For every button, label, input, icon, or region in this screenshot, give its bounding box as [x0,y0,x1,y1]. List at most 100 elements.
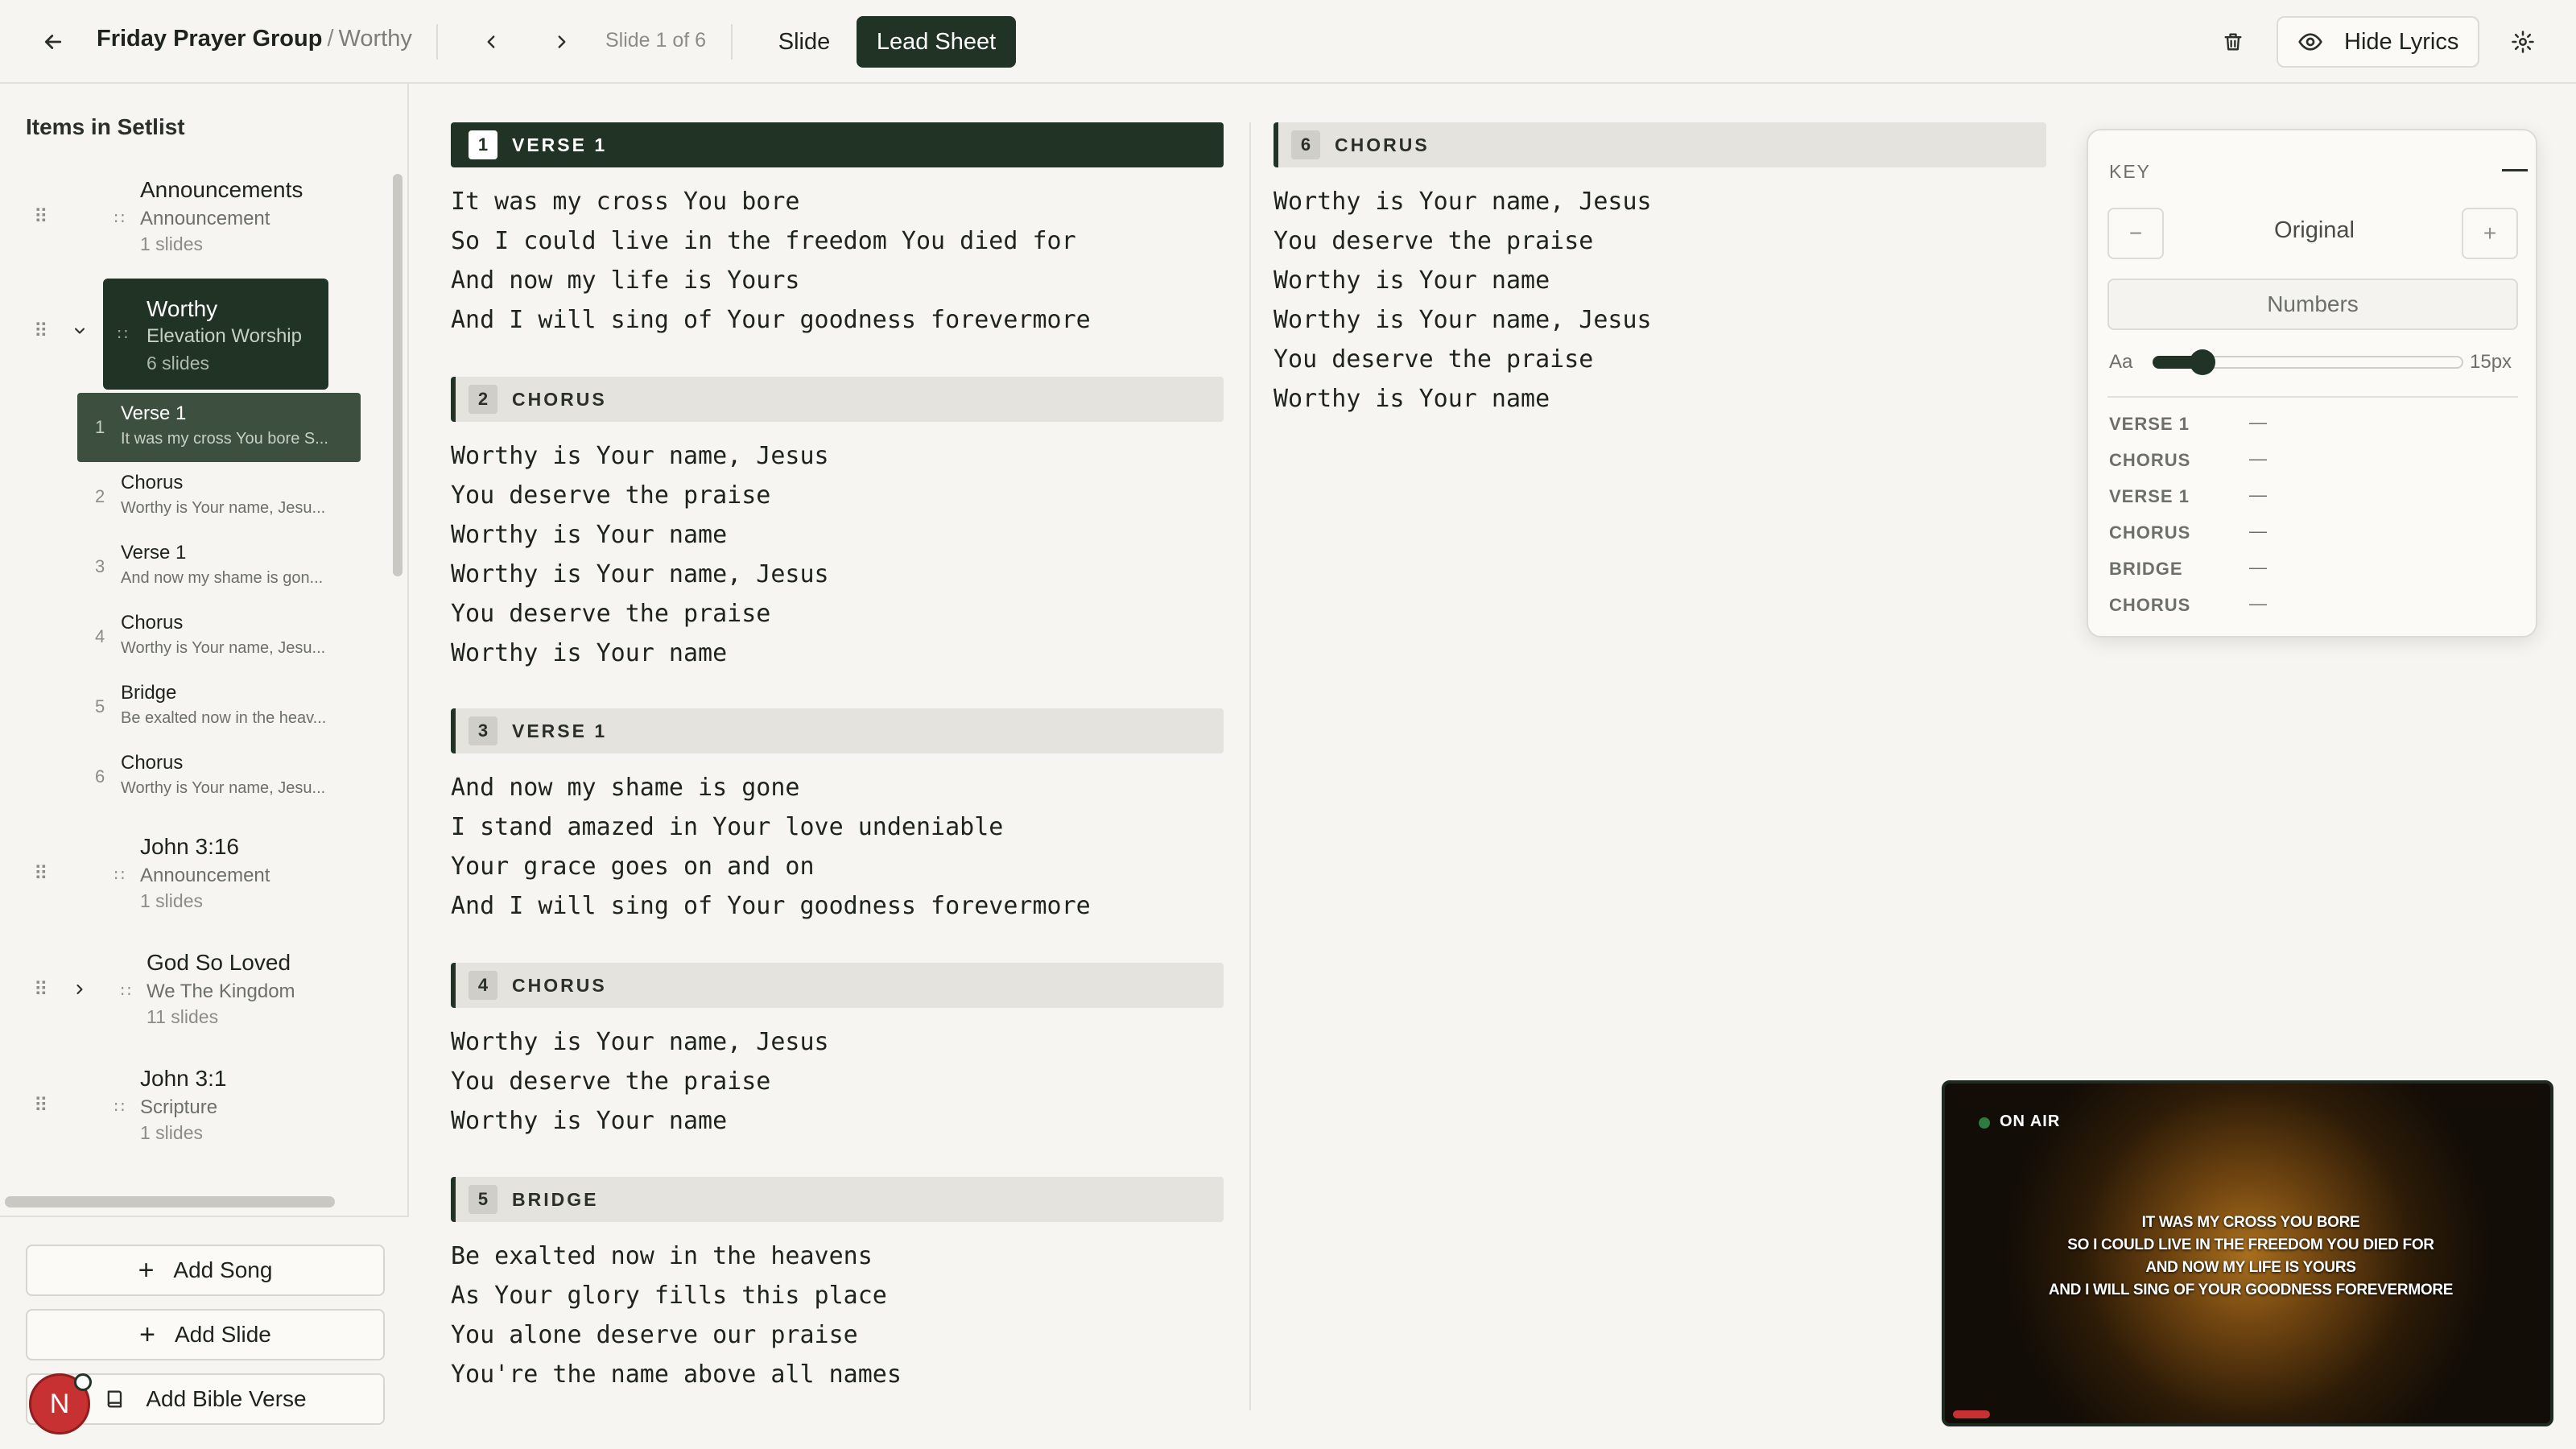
status-dot [74,1373,92,1391]
setlist-item-title[interactable]: God So Loved [147,950,291,976]
drag-handle-icon[interactable]: ⠿ [34,980,48,1000]
plus-icon: + [138,1255,155,1286]
lyric-line: Your grace goes on and on [451,852,815,881]
section-label: CHORUS [512,974,607,996]
section-label: CHORUS [1335,134,1430,155]
key-row-label: CHORUS [2109,595,2191,615]
chevron-down-icon[interactable] [69,320,90,341]
trash-icon[interactable] [2217,26,2249,58]
setlist-item-worthy[interactable]: ∷ Worthy Elevation Worship 6 slides [103,279,328,390]
drag-dots-icon: ∷ [121,983,131,1001]
font-size-slider-thumb[interactable] [2190,349,2216,375]
live-preview[interactable]: ON AIR IT WAS MY CROSS YOU BORE SO I COU… [1942,1080,2553,1426]
setlist-item-count: 11 slides [147,1006,219,1027]
add-bible-verse-label: Add Bible Verse [146,1386,307,1411]
setlist-item-title[interactable]: Announcements [140,177,303,203]
slide-number: 6 [95,766,105,786]
key-up-button[interactable]: + [2462,208,2518,259]
section-lyrics: Be exalted now in the heavens As Your glo… [451,1236,902,1394]
chevron-right-icon[interactable] [546,26,578,58]
section-label: CHORUS [512,388,607,410]
drag-handle-icon[interactable]: ⠿ [34,1096,48,1116]
lyric-line: You alone deserve our praise [451,1321,858,1349]
lyric-line: You deserve the praise [451,600,771,628]
collapse-icon[interactable] [2502,169,2528,171]
section-header[interactable]: 3 VERSE 1 [451,708,1224,753]
tab-slide[interactable]: Slide [760,16,848,68]
key-down-button[interactable]: − [2107,208,2164,259]
divider [731,24,733,60]
setlist-item-subtitle: Announcement [140,865,270,886]
lyric-line: It was my cross You bore [451,188,800,216]
lyric-line: And now my shame is gone [451,774,800,802]
chevron-left-icon[interactable] [475,26,507,58]
lyric-line: Worthy is Your name [1274,385,1550,413]
section-header[interactable]: 2 CHORUS [451,377,1224,422]
slide-item[interactable]: 2 Chorus Worthy is Your name, Jesu... [77,462,361,531]
divider [2107,396,2518,398]
drag-handle-icon[interactable]: ⠿ [34,208,48,227]
lyric-line: Worthy is Your name [451,1107,728,1135]
lyric-line: Worthy is Your name [1274,266,1550,295]
section-header[interactable]: 6 CHORUS [1274,122,2046,167]
add-song-button[interactable]: + Add Song [26,1245,385,1296]
setlist-title: Items in Setlist [26,114,185,139]
section-number: 5 [469,1185,497,1214]
slide-item[interactable]: 6 Chorus Worthy is Your name, Jesu... [77,742,361,811]
section-header[interactable]: 1 VERSE 1 [451,122,1224,167]
slide-name: Bridge [121,682,177,704]
sidebar-scrollbar-horizontal[interactable] [5,1196,335,1208]
preview-lyric-line: AND I WILL SING OF YOUR GOODNESS FOREVER… [2048,1282,2454,1298]
add-slide-label: Add Slide [174,1322,271,1347]
setlist-sidebar: Items in Setlist ⠿ ∷ Announcements Annou… [0,84,409,1449]
slide-item[interactable]: 4 Chorus Worthy is Your name, Jesu... [77,602,361,671]
breadcrumb: Friday Prayer Group / Worthy [97,26,412,52]
hide-lyrics-button[interactable]: Hide Lyrics [2277,16,2479,68]
slide-item[interactable]: 3 Verse 1 And now my shame is gon... [77,532,361,601]
hide-lyrics-label: Hide Lyrics [2344,28,2459,55]
lyric-line: Worthy is Your name [451,639,728,667]
key-row-value: — [2249,593,2267,613]
numbers-toggle[interactable]: Numbers [2107,279,2518,330]
slide-name: Chorus [121,752,184,774]
on-air-label: ON AIR [2000,1113,2061,1130]
key-row-label: VERSE 1 [2109,486,2190,506]
setlist-item-subtitle: Announcement [140,208,270,229]
sidebar-scrollbar-vertical[interactable] [393,174,402,576]
setlist-item-title[interactable]: John 3:1 [140,1066,226,1092]
lyric-line: You're the name above all names [451,1360,902,1389]
section-label: BRIDGE [512,1188,599,1210]
key-label: KEY [2109,161,2152,182]
breadcrumb-group[interactable]: Friday Prayer Group [97,26,322,52]
chevron-right-icon[interactable] [69,979,90,1000]
drag-dots-icon: ∷ [114,1099,125,1117]
section-number: 4 [469,971,497,1000]
lyric-line: And I will sing of Your goodness forever… [451,306,1091,334]
add-slide-button[interactable]: + Add Slide [26,1309,385,1360]
drag-dots-icon: ∷ [114,867,125,885]
tab-lead-sheet[interactable]: Lead Sheet [857,16,1016,68]
slide-item[interactable]: 5 Bridge Be exalted now in the heav... [77,672,361,741]
divider [436,24,438,60]
section-lyrics: And now my shame is gone I stand amazed i… [451,768,1091,926]
gear-icon[interactable] [2505,24,2541,60]
lyric-line: You deserve the praise [451,1067,771,1096]
setlist-item-title[interactable]: John 3:16 [140,834,239,860]
section-header[interactable]: 4 CHORUS [451,963,1224,1008]
slide-preview: Be exalted now in the heav... [121,709,327,727]
plus-icon: + [139,1319,155,1350]
drag-handle-icon[interactable]: ⠿ [34,322,48,341]
key-row-value: — [2249,485,2267,505]
section-header[interactable]: 5 BRIDGE [451,1177,1224,1222]
live-progress-indicator [1953,1410,1990,1418]
section-number: 6 [1291,130,1320,159]
slide-name: Chorus [121,472,184,493]
key-row-label: CHORUS [2109,450,2191,470]
lyric-line: Worthy is Your name [451,521,728,549]
slide-item[interactable]: 1 Verse 1 It was my cross You bore S... [77,393,361,462]
section-number: 3 [469,716,497,745]
slide-counter: Slide 1 of 6 [605,29,707,52]
preview-lyric-line: SO I COULD LIVE IN THE FREEDOM YOU DIED … [2067,1236,2434,1253]
drag-handle-icon[interactable]: ⠿ [34,865,48,884]
arrow-left-icon[interactable] [35,24,71,60]
